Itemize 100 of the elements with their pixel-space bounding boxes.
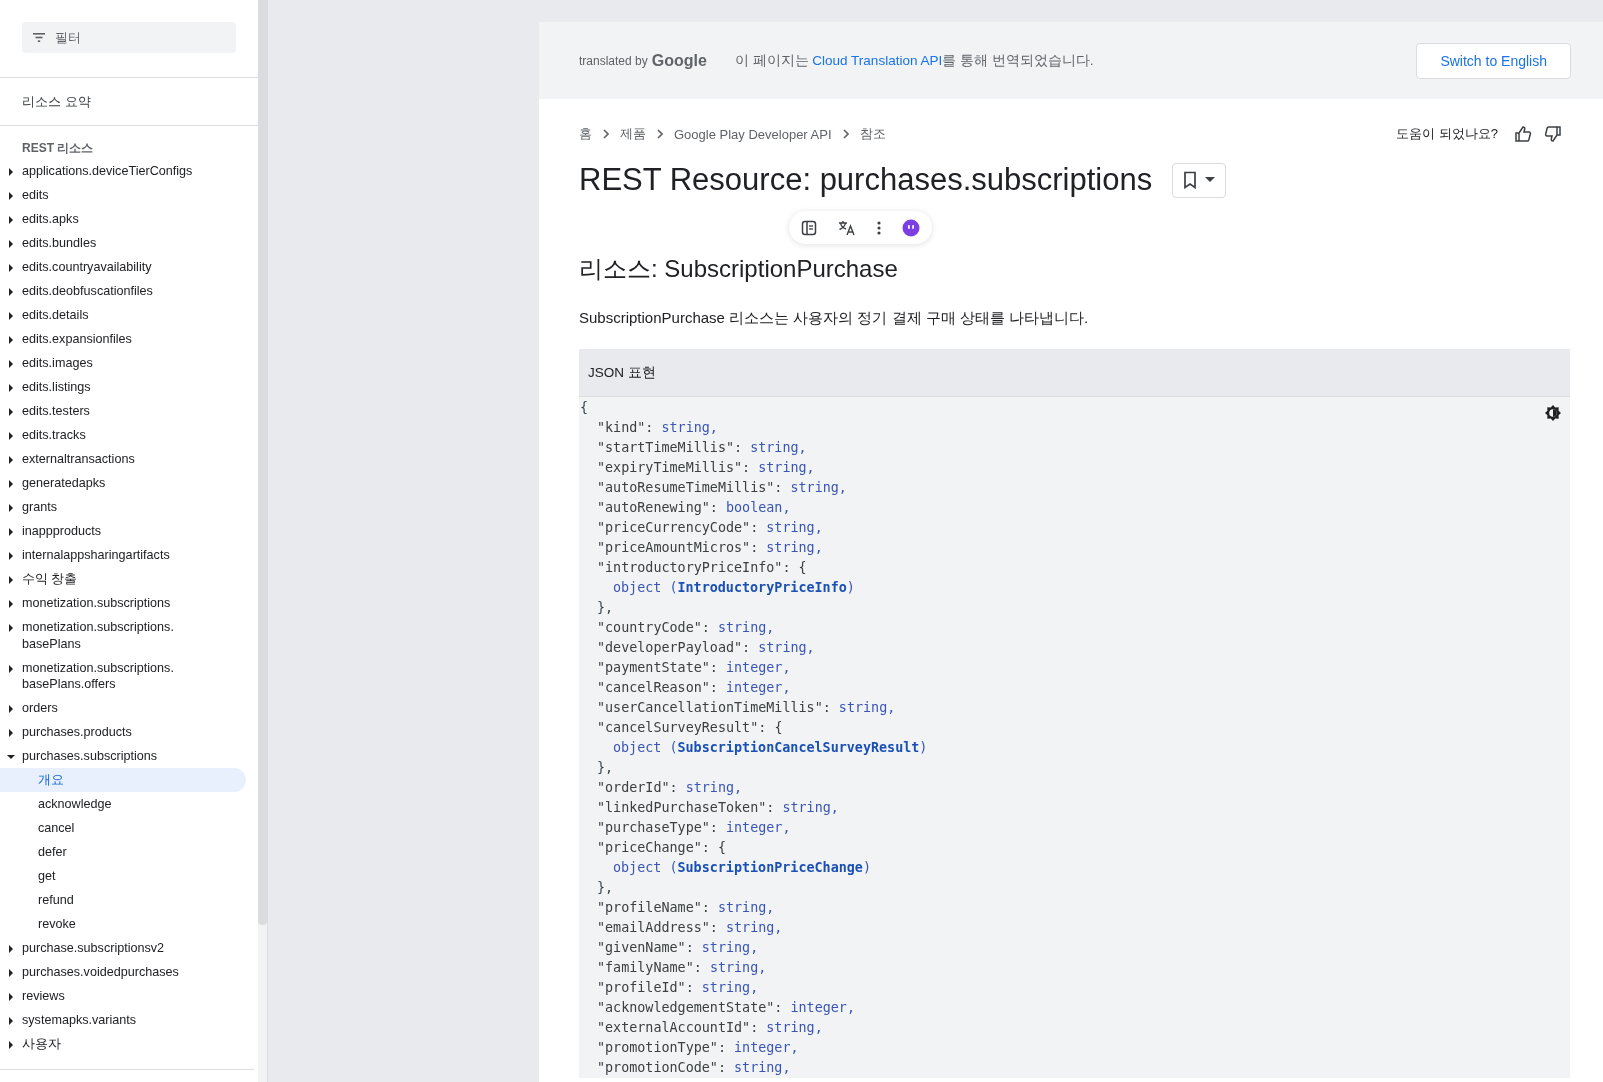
sidebar-subitem[interactable]: revoke: [0, 912, 246, 936]
sidebar-item[interactable]: orders: [22, 700, 192, 717]
expand-arrow-icon[interactable]: [7, 240, 15, 248]
expand-arrow-icon[interactable]: [7, 408, 15, 416]
sidebar-item[interactable]: edits.expansionfiles: [22, 331, 192, 348]
code-line: },: [596, 599, 614, 617]
bookmark-button[interactable]: [1172, 162, 1227, 198]
theme-toggle-icon[interactable]: [1545, 405, 1561, 421]
sidebar-panel-icon[interactable]: [801, 219, 817, 236]
chevron-right-icon: [603, 129, 609, 139]
expand-arrow-icon[interactable]: [7, 1017, 15, 1025]
code-line: "introductoryPriceInfo": {: [596, 559, 807, 577]
sidebar-item[interactable]: monetization.subscriptions: [22, 595, 192, 612]
expand-arrow-icon[interactable]: [7, 480, 15, 488]
translate-icon[interactable]: [838, 219, 856, 236]
code-line: },: [596, 879, 614, 897]
sidebar-item[interactable]: internalappsharingartifacts: [22, 547, 192, 564]
expand-arrow-icon[interactable]: [7, 384, 15, 392]
sidebar-item[interactable]: edits.countryavailability: [22, 259, 192, 276]
sidebar-item[interactable]: edits.tracks: [22, 427, 192, 444]
expand-arrow-icon[interactable]: [7, 168, 15, 176]
sidebar-item[interactable]: 사용자: [22, 1036, 192, 1053]
resource-summary-link[interactable]: 리소스 요약: [0, 78, 113, 125]
sidebar-subitem[interactable]: defer: [0, 840, 246, 864]
sidebar-item[interactable]: edits: [22, 187, 192, 204]
code-line: "emailAddress": string,: [596, 919, 783, 937]
expand-arrow-icon[interactable]: [7, 504, 15, 512]
breadcrumb-link[interactable]: 참조: [859, 125, 886, 143]
code-line: object (SubscriptionPriceChange): [612, 859, 871, 877]
switch-to-english-button[interactable]: Switch to English: [1416, 42, 1571, 79]
expand-arrow-icon[interactable]: [7, 264, 15, 272]
sidebar-item[interactable]: monetization.subscriptions. basePlans: [22, 619, 192, 652]
sidebar-subitem[interactable]: 개요: [0, 768, 246, 792]
expand-arrow-icon[interactable]: [7, 729, 15, 737]
expand-arrow-icon[interactable]: [7, 312, 15, 320]
sidebar-item[interactable]: monetization.subscriptions. basePlans.offers: [22, 659, 192, 693]
expand-arrow-icon[interactable]: [7, 993, 15, 1001]
code-line: "expiryTimeMillis": string,: [596, 459, 815, 477]
sidebar-item[interactable]: grants: [22, 499, 192, 516]
code-line: {: [580, 399, 589, 417]
code-line: "promotionCode": string,: [596, 1059, 791, 1077]
sidebar-item[interactable]: edits.apks: [22, 211, 192, 228]
google-logo: Google: [651, 51, 707, 70]
sidebar-item[interactable]: purchase.subscriptionsv2: [22, 940, 192, 957]
sidebar-item[interactable]: edits.bundles: [22, 235, 192, 252]
sidebar-item[interactable]: inappproducts: [22, 523, 192, 540]
expand-arrow-icon[interactable]: [7, 705, 15, 713]
sidebar-item[interactable]: 수익 창출: [22, 571, 192, 588]
sidebar-item[interactable]: purchases.products: [22, 724, 192, 741]
thumbs-up-icon[interactable]: [1514, 125, 1532, 143]
expand-arrow-icon[interactable]: [7, 456, 15, 464]
assistant-icon[interactable]: [902, 218, 920, 237]
code-line: "familyName": string,: [596, 959, 767, 977]
filter-field[interactable]: 필터: [22, 22, 236, 53]
sidebar-subitem[interactable]: refund: [0, 888, 246, 912]
expand-arrow-icon[interactable]: [7, 1041, 15, 1049]
sidebar-item[interactable]: edits.deobfuscationfiles: [22, 283, 192, 300]
expand-arrow-icon[interactable]: [7, 945, 15, 953]
breadcrumb-link[interactable]: 제품: [620, 125, 646, 143]
code-block-header: JSON 표현: [579, 349, 1570, 397]
sidebar-item[interactable]: edits.images: [22, 355, 192, 372]
sidebar-item[interactable]: generatedapks: [22, 475, 192, 492]
sidebar-subitem[interactable]: acknowledge: [0, 792, 246, 816]
expand-arrow-icon[interactable]: [7, 576, 15, 584]
sidebar-item[interactable]: edits.listings: [22, 379, 192, 396]
expand-arrow-icon[interactable]: [7, 552, 15, 560]
collapse-arrow-icon[interactable]: [7, 753, 15, 761]
sidebar-item[interactable]: purchases.voidedpurchases: [22, 964, 192, 981]
thumbs-down-icon[interactable]: [1544, 125, 1562, 143]
code-line: "profileName": string,: [596, 899, 775, 917]
description-text: SubscriptionPurchase 리소스는 사용자의 정기 결제 구매 상태를 나타냅니다.: [579, 308, 1090, 328]
sidebar-item[interactable]: edits.testers: [22, 403, 192, 420]
code-line: "countryCode": string,: [596, 619, 775, 637]
expand-arrow-icon[interactable]: [7, 192, 15, 200]
sidebar-subitem[interactable]: get: [0, 864, 246, 888]
expand-arrow-icon[interactable]: [7, 600, 15, 608]
expand-arrow-icon[interactable]: [7, 969, 15, 977]
expand-arrow-icon[interactable]: [7, 288, 15, 296]
sidebar-item[interactable]: systemapks.variants: [22, 1012, 192, 1029]
more-options-icon[interactable]: [877, 219, 881, 236]
sidebar-item[interactable]: edits.details: [22, 307, 192, 324]
expand-arrow-icon[interactable]: [7, 664, 15, 673]
section-title: REST 리소스: [21, 140, 95, 157]
code-line: "acknowledgementState": integer,: [596, 999, 855, 1017]
sidebar-subitem[interactable]: cancel: [0, 816, 246, 840]
sidebar-item[interactable]: purchases.subscriptions: [22, 748, 192, 765]
sidebar-item[interactable]: applications.deviceTierConfigs: [22, 163, 192, 180]
expand-arrow-icon[interactable]: [7, 432, 15, 440]
breadcrumb-link[interactable]: 홈: [579, 125, 592, 143]
breadcrumb-link[interactable]: Google Play Developer API: [674, 126, 832, 142]
expand-arrow-icon[interactable]: [7, 528, 15, 536]
expand-arrow-icon[interactable]: [7, 216, 15, 224]
expand-arrow-icon[interactable]: [7, 360, 15, 368]
sidebar-item[interactable]: externaltransactions: [22, 451, 192, 468]
cloud-translation-link[interactable]: Cloud Translation API: [812, 52, 943, 68]
expand-arrow-icon[interactable]: [7, 624, 15, 632]
code-line: "userCancellationTimeMillis": string,: [596, 699, 896, 717]
expand-arrow-icon[interactable]: [7, 336, 15, 344]
code-line: "cancelSurveyResult": {: [596, 719, 783, 737]
sidebar-item[interactable]: reviews: [22, 988, 192, 1005]
